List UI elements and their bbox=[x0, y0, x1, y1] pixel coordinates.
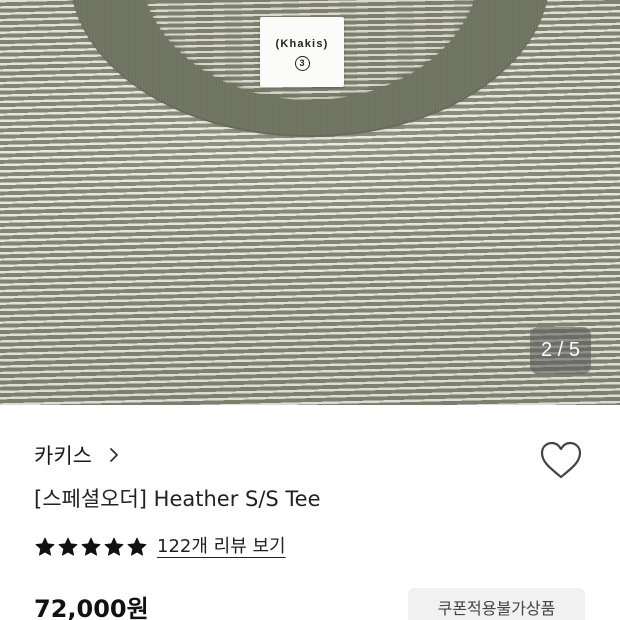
image-counter: 2 / 5 bbox=[530, 327, 591, 374]
review-link[interactable]: 122개 리뷰 보기 bbox=[157, 535, 286, 559]
product-image-gallery[interactable]: (Khakis) 3 2 / 5 bbox=[0, 0, 620, 405]
coupon-unavailable-badge: 쿠폰적용불가상품 bbox=[408, 588, 585, 620]
star-icon bbox=[35, 537, 55, 556]
rating-stars bbox=[34, 536, 149, 558]
garment-label-size: 3 bbox=[294, 56, 310, 71]
chevron-right-icon bbox=[109, 448, 118, 462]
brand-name: 카키스 bbox=[34, 444, 92, 468]
product-price: 72,000원 bbox=[34, 595, 149, 620]
heart-outline-icon bbox=[540, 441, 582, 479]
garment-label-brand: (Khakis) bbox=[275, 38, 329, 50]
wishlist-button[interactable] bbox=[538, 438, 584, 484]
product-detail-page: (Khakis) 3 2 / 5 카키스 [스페셜오더] Heather S/S… bbox=[0, 0, 620, 620]
brand-link[interactable]: 카키스 bbox=[34, 441, 119, 471]
star-icon bbox=[81, 537, 101, 556]
star-icon bbox=[58, 537, 78, 556]
product-title: [스페셜오더] Heather S/S Tee bbox=[34, 487, 321, 511]
rating-row: 122개 리뷰 보기 bbox=[34, 532, 286, 562]
garment-label: (Khakis) 3 bbox=[260, 17, 344, 87]
star-icon bbox=[104, 537, 124, 556]
star-icon bbox=[127, 537, 147, 556]
